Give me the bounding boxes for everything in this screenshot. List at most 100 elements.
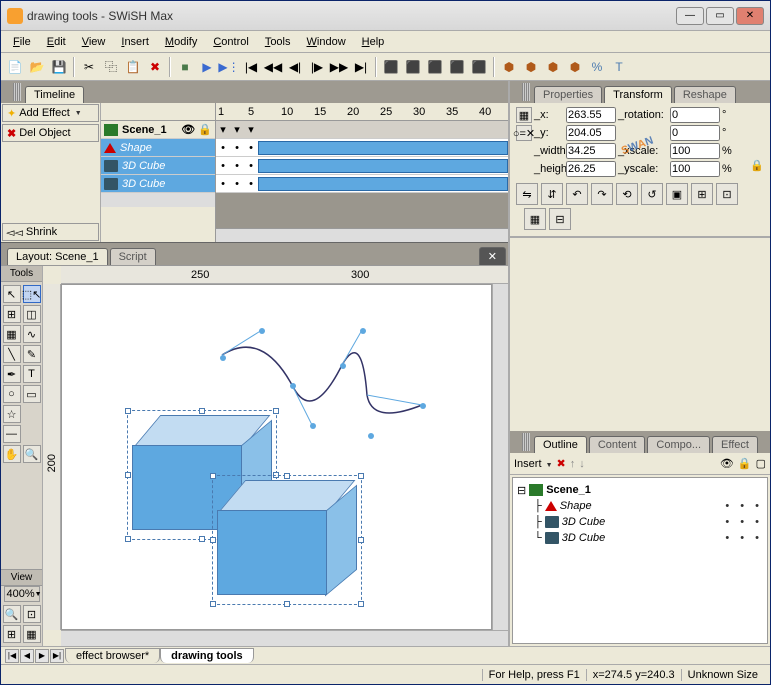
line-tool[interactable]: ╲ (3, 345, 21, 363)
insert-button-button[interactable]: ⬛ (403, 57, 423, 77)
play-button[interactable]: ▶ (197, 57, 217, 77)
outline-outline-button[interactable]: ▢ (756, 457, 766, 470)
copy-button[interactable]: ⿻ (101, 57, 121, 77)
minimize-button[interactable]: — (676, 7, 704, 25)
properties-tab[interactable]: Properties (534, 86, 602, 103)
reset-button[interactable]: ↺ (641, 183, 663, 205)
zoom-fit-button[interactable]: ⊡ (23, 605, 41, 623)
back-button[interactable]: ◀| (285, 57, 305, 77)
select-tool[interactable]: ↖ (3, 285, 21, 303)
outline-down-button[interactable]: ↓ (579, 458, 585, 470)
height-input[interactable] (566, 161, 616, 177)
close-button[interactable]: ✕ (736, 7, 764, 25)
outline-delete-button[interactable]: ✖ (557, 457, 566, 470)
canvas-hscroll[interactable] (61, 630, 508, 646)
tree-item[interactable]: ├3D Cube• • • (517, 514, 763, 530)
zoom-select[interactable]: 400%▼ (4, 586, 40, 602)
reshape-tool[interactable]: ⊞ (3, 305, 21, 323)
timeline-ruler[interactable]: 1 5 10 15 20 25 30 35 40 (216, 103, 508, 121)
rectangle-tool[interactable]: ▭ (23, 385, 41, 403)
curve-handle[interactable] (259, 328, 265, 334)
menu-modify[interactable]: Modify (157, 34, 205, 50)
track-row[interactable]: ••• (216, 157, 508, 175)
xscale-input[interactable] (670, 143, 720, 159)
text-tool-button[interactable]: T (609, 57, 629, 77)
components-tab[interactable]: Compo... (647, 436, 710, 453)
step-back-button[interactable]: ◀◀ (263, 57, 283, 77)
motion-path-tool[interactable]: ∿ (23, 325, 41, 343)
menu-control[interactable]: Control (205, 34, 256, 50)
canvas-vscroll[interactable] (492, 284, 508, 630)
pixel-snap-button[interactable]: ⊟ (549, 208, 571, 230)
ellipse-tool[interactable]: ○ (3, 385, 21, 403)
y-input[interactable] (566, 125, 616, 141)
panel-grip-icon[interactable] (522, 433, 530, 451)
width-input[interactable] (566, 143, 616, 159)
menu-insert[interactable]: Insert (113, 34, 157, 50)
add-effect-button[interactable]: ✦Add Effect▼ (2, 104, 99, 122)
layout-close-button[interactable]: ✕ (479, 247, 506, 265)
forward-button[interactable]: |▶ (307, 57, 327, 77)
script-tab[interactable]: Script (110, 248, 156, 265)
stop-button[interactable]: ■ (175, 57, 195, 77)
origin-button[interactable]: ○=✕ (516, 125, 532, 141)
zoom-in-button[interactable]: 🔍 (3, 605, 21, 623)
zoom-tool[interactable]: 🔍 (23, 445, 41, 463)
anchor-grid-button[interactable]: ▦ (516, 107, 532, 123)
outline-tab[interactable]: Outline (534, 436, 587, 453)
doc-tab[interactable]: effect browser* (65, 648, 160, 663)
fill-transform-tool[interactable]: ▦ (3, 325, 21, 343)
insert-text-button[interactable]: ⬛ (469, 57, 489, 77)
export-swf-button[interactable]: ⬢ (499, 57, 519, 77)
menu-help[interactable]: Help (354, 34, 393, 50)
menu-file[interactable]: File (5, 34, 39, 50)
align-button[interactable]: ▣ (666, 183, 688, 205)
menu-tools[interactable]: Tools (257, 34, 299, 50)
del-object-button[interactable]: ✖Del Object (2, 124, 99, 142)
doc-tab[interactable]: drawing tools (160, 648, 254, 663)
lock-aspect-button[interactable]: 🔒 (750, 159, 764, 172)
grid-snap-button[interactable]: ▦ (524, 208, 546, 230)
play-effect-button[interactable]: ▶⋮ (219, 57, 239, 77)
rewind-button[interactable]: |◀ (241, 57, 261, 77)
timeline-layer-row[interactable]: Shape (101, 139, 215, 157)
outline-up-button[interactable]: ↑ (570, 458, 576, 470)
x-input[interactable] (566, 107, 616, 123)
menu-window[interactable]: Window (299, 34, 354, 50)
menu-view[interactable]: View (74, 34, 114, 50)
curve-anchor[interactable] (290, 383, 296, 389)
insert-sprite-button[interactable]: ⬛ (425, 57, 445, 77)
panel-grip-icon[interactable] (13, 83, 21, 101)
panel-grip-icon[interactable] (522, 83, 530, 101)
subselect-tool[interactable]: ⬚↖ (23, 285, 41, 303)
export-html-button[interactable]: ⬢ (521, 57, 541, 77)
export-exe-button[interactable]: ⬢ (543, 57, 563, 77)
tab-first-button[interactable]: |◀ (5, 649, 19, 663)
canvas[interactable] (61, 284, 492, 630)
shrink-button[interactable]: ◅◅Shrink (2, 223, 99, 241)
nine-slice-button[interactable]: ⊞ (691, 183, 713, 205)
layer-scroll[interactable] (101, 193, 215, 207)
insert-scene-button[interactable]: ⬛ (381, 57, 401, 77)
tree-item[interactable]: ├Shape• • • (517, 498, 763, 514)
timeline-hscroll[interactable] (216, 228, 508, 242)
track-row[interactable]: ••• (216, 175, 508, 193)
timeline-layer-row[interactable]: 3D Cube (101, 175, 215, 193)
pen-tool[interactable]: ✒ (3, 365, 21, 383)
selection-box[interactable] (212, 475, 362, 605)
autoshape-tool[interactable]: ☆ (3, 405, 21, 423)
tab-prev-button[interactable]: ◀ (20, 649, 34, 663)
knife-tool[interactable]: — (3, 425, 21, 443)
curve-handle[interactable] (360, 328, 366, 334)
curve-anchor[interactable] (220, 355, 226, 361)
rotate-cw-button[interactable]: ↷ (591, 183, 613, 205)
rotate-ccw-button[interactable]: ↶ (566, 183, 588, 205)
reshape-tab[interactable]: Reshape (674, 86, 736, 103)
tree-item[interactable]: └3D Cube• • • (517, 530, 763, 546)
export-avi-button[interactable]: ⬢ (565, 57, 585, 77)
ff-button[interactable]: ▶| (351, 57, 371, 77)
rotate-180-button[interactable]: ⟲ (616, 183, 638, 205)
curve-handle[interactable] (368, 433, 374, 439)
step-fwd-button[interactable]: ▶▶ (329, 57, 349, 77)
tab-last-button[interactable]: ▶| (50, 649, 64, 663)
